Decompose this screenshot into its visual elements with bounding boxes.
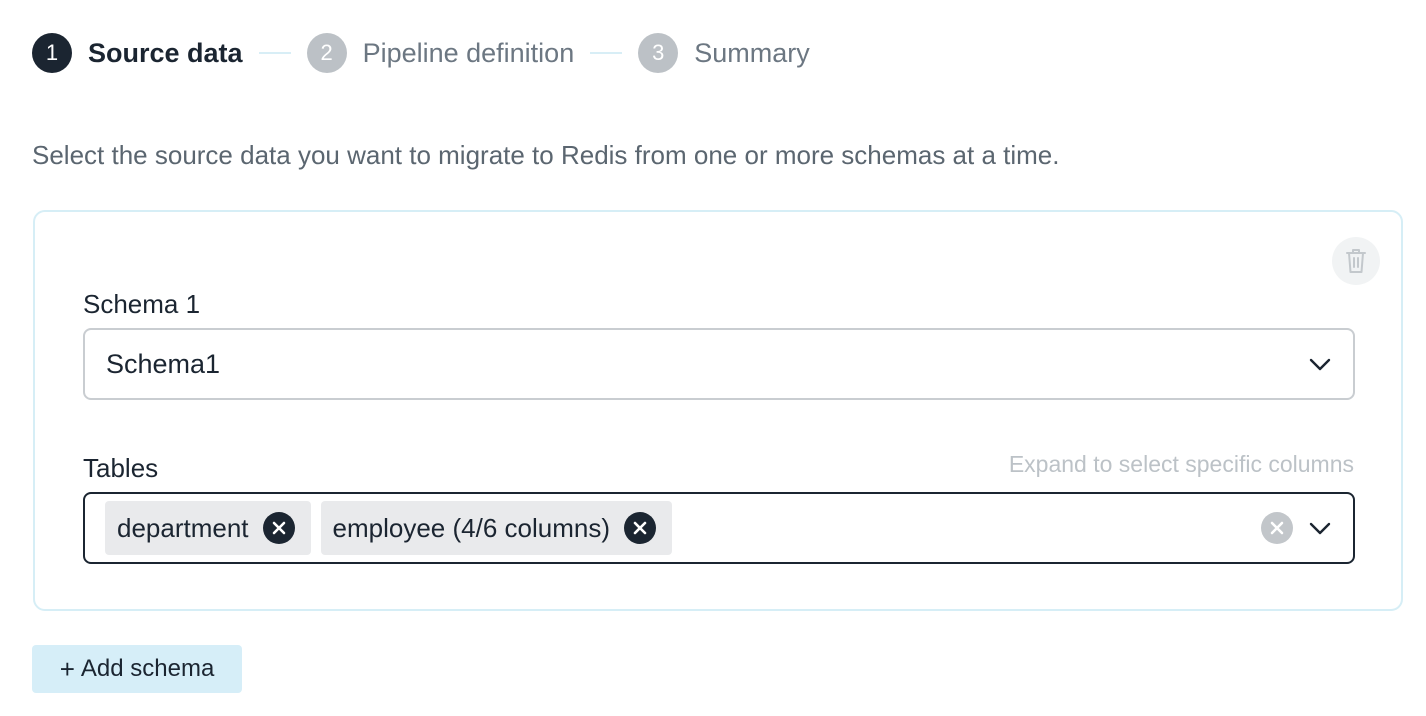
step-summary[interactable]: 3 Summary <box>638 33 810 73</box>
close-icon <box>272 521 285 535</box>
step-source-data[interactable]: 1 Source data <box>32 33 243 73</box>
step-pipeline-definition[interactable]: 2 Pipeline definition <box>306 33 575 73</box>
intro-text: Select the source data you want to migra… <box>32 140 1060 170</box>
step-connector <box>258 52 291 54</box>
delete-schema-button[interactable] <box>1332 237 1380 285</box>
table-chip-employee: employee (4/6 columns) <box>320 501 672 555</box>
schema-select[interactable]: Schema1 <box>83 328 1355 400</box>
schema-card: Schema 1 Schema1 Tables Expand to select… <box>33 210 1403 611</box>
source-data-page: 1 Source data 2 Pipeline definition 3 Su… <box>0 0 1426 716</box>
remove-chip-button[interactable] <box>624 512 656 544</box>
step-number: 2 <box>306 33 347 73</box>
step-label: Source data <box>88 37 243 68</box>
step-connector <box>590 52 623 54</box>
remove-chip-button[interactable] <box>262 512 295 544</box>
table-chip-department: department <box>105 501 311 555</box>
chevron-down-icon <box>1309 358 1331 371</box>
step-number: 1 <box>32 33 72 73</box>
step-label: Pipeline definition <box>362 37 575 68</box>
chip-label: department <box>117 512 249 543</box>
clear-all-button[interactable] <box>1261 512 1293 544</box>
clear-icon <box>1270 521 1284 535</box>
schema-select-value: Schema1 <box>106 348 221 379</box>
stepper: 1 Source data 2 Pipeline definition 3 Su… <box>32 33 810 73</box>
step-label: Summary <box>694 37 810 68</box>
schema-label: Schema 1 <box>83 289 201 319</box>
chip-label: employee (4/6 columns) <box>332 512 610 543</box>
add-schema-button[interactable]: + Add schema <box>32 645 242 693</box>
tables-label: Tables <box>83 453 159 483</box>
close-icon <box>633 521 647 535</box>
tables-select[interactable]: department employee (4/6 columns) <box>83 492 1355 564</box>
step-number: 3 <box>638 33 679 73</box>
add-schema-label: Add schema <box>80 655 215 682</box>
trash-icon <box>1346 249 1366 273</box>
plus-icon: + <box>59 654 75 684</box>
chevron-down-icon[interactable] <box>1309 518 1331 538</box>
tables-hint: Expand to select specific columns <box>1008 451 1354 477</box>
